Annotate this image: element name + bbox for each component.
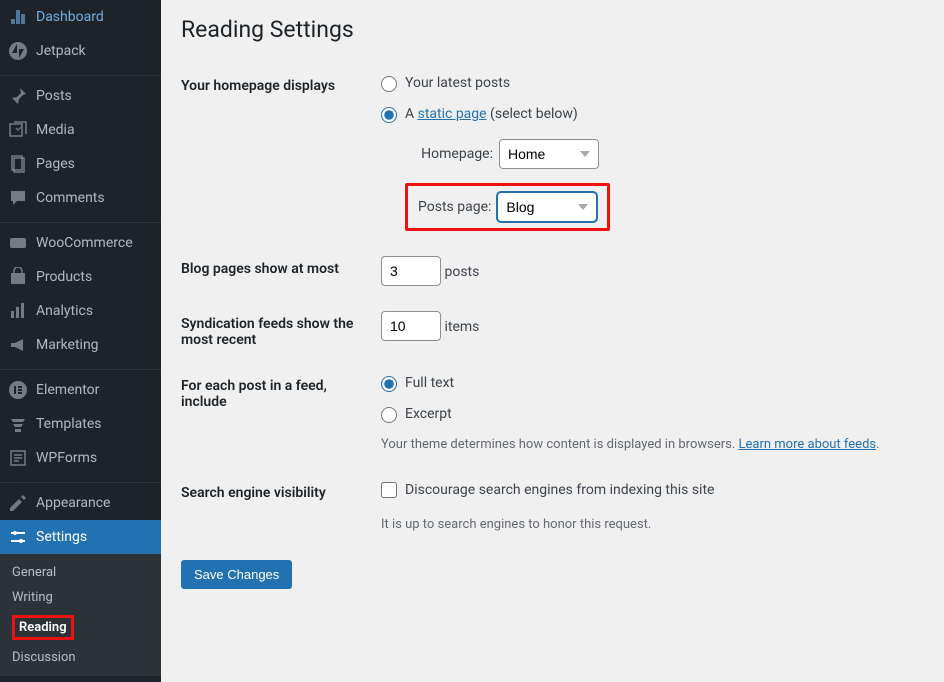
homepage-select-label: Homepage: — [405, 144, 493, 165]
submenu-general[interactable]: General — [0, 560, 161, 585]
elementor-icon — [8, 380, 28, 400]
radio-excerpt[interactable]: Excerpt — [381, 404, 452, 425]
submenu-reading[interactable]: Reading — [0, 610, 161, 645]
settings-icon — [8, 527, 28, 547]
menu-products[interactable]: Products — [0, 260, 161, 294]
menu-media[interactable]: Media — [0, 113, 161, 147]
blog-pages-label: Blog pages show at most — [181, 246, 381, 301]
analytics-icon — [8, 301, 28, 321]
menu-separator — [0, 478, 161, 483]
menu-label: Marketing — [36, 337, 99, 353]
visibility-checkbox-label[interactable]: Discourage search engines from indexing … — [381, 480, 714, 501]
syndication-input[interactable] — [381, 311, 441, 341]
highlight-box: Reading — [12, 615, 74, 640]
menu-label: WPForms — [36, 450, 97, 466]
submenu-discussion[interactable]: Discussion — [0, 645, 161, 670]
menu-label: Elementor — [36, 382, 99, 398]
menu-wpforms[interactable]: WPForms — [0, 441, 161, 475]
radio-full-input[interactable] — [381, 376, 397, 392]
menu-pages[interactable]: Pages — [0, 147, 161, 181]
radio-full-text[interactable]: Full text — [381, 373, 454, 394]
menu-posts[interactable]: Posts — [0, 79, 161, 113]
menu-label: Analytics — [36, 303, 93, 319]
menu-dashboard[interactable]: Dashboard — [0, 0, 161, 34]
menu-settings[interactable]: Settings — [0, 520, 161, 554]
radio-static-page[interactable]: A static page (select below) — [381, 104, 578, 125]
menu-label: WooCommerce — [36, 235, 133, 251]
menu-appearance[interactable]: Appearance — [0, 486, 161, 520]
menu-separator — [0, 365, 161, 370]
menu-label: Posts — [36, 88, 72, 104]
menu-label: Products — [36, 269, 92, 285]
homepage-displays-label: Your homepage displays — [181, 63, 381, 246]
products-icon — [8, 267, 28, 287]
pin-icon — [8, 86, 28, 106]
blog-pages-unit: posts — [444, 264, 479, 280]
marketing-icon — [8, 335, 28, 355]
menu-label: Comments — [36, 190, 105, 206]
templates-icon — [8, 414, 28, 434]
menu-label: Templates — [36, 416, 102, 432]
menu-templates[interactable]: Templates — [0, 407, 161, 441]
menu-label: Jetpack — [36, 43, 86, 59]
menu-analytics[interactable]: Analytics — [0, 294, 161, 328]
settings-form: Your homepage displays Your latest posts… — [181, 63, 924, 550]
menu-separator — [0, 218, 161, 223]
pages-icon — [8, 154, 28, 174]
content-area: Reading Settings Your homepage displays … — [161, 0, 944, 682]
comments-icon — [8, 188, 28, 208]
media-icon — [8, 120, 28, 140]
highlight-box: Posts page: Blog — [405, 183, 610, 231]
woo-icon — [8, 233, 28, 253]
menu-elementor[interactable]: Elementor — [0, 373, 161, 407]
blog-pages-input[interactable] — [381, 256, 441, 286]
page-title: Reading Settings — [181, 16, 924, 43]
menu-arrow-icon — [161, 529, 169, 545]
menu-marketing[interactable]: Marketing — [0, 328, 161, 362]
radio-excerpt-input[interactable] — [381, 407, 397, 423]
learn-more-feeds-link[interactable]: Learn more about feeds — [739, 437, 877, 452]
menu-label: Settings — [36, 529, 87, 545]
jetpack-icon — [8, 41, 28, 61]
menu-label: Dashboard — [36, 9, 104, 25]
menu-comments[interactable]: Comments — [0, 181, 161, 215]
submenu-writing[interactable]: Writing — [0, 585, 161, 610]
radio-static-input[interactable] — [381, 107, 397, 123]
posts-page-select[interactable]: Blog — [497, 192, 597, 222]
save-button[interactable]: Save Changes — [181, 560, 292, 589]
admin-sidebar: Dashboard Jetpack Posts Media Pages Comm… — [0, 0, 161, 682]
visibility-description: It is up to search engines to honor this… — [381, 515, 914, 535]
visibility-label: Search engine visibility — [181, 470, 381, 550]
menu-label: Media — [36, 122, 75, 138]
feed-description: Your theme determines how content is dis… — [381, 435, 914, 455]
menu-label: Pages — [36, 156, 75, 172]
radio-latest-posts[interactable]: Your latest posts — [381, 73, 510, 94]
settings-submenu: General Writing Reading Discussion — [0, 554, 161, 676]
syndication-label: Syndication feeds show the most recent — [181, 301, 381, 363]
dashboard-icon — [8, 7, 28, 27]
wpforms-icon — [8, 448, 28, 468]
feed-include-label: For each post in a feed, include — [181, 363, 381, 470]
syndication-unit: items — [444, 319, 479, 335]
homepage-select[interactable]: Home — [499, 139, 599, 169]
static-page-link[interactable]: static page — [418, 106, 487, 122]
radio-latest-input[interactable] — [381, 76, 397, 92]
posts-page-select-label: Posts page: — [418, 197, 491, 218]
visibility-checkbox[interactable] — [381, 482, 397, 498]
menu-label: Appearance — [36, 495, 110, 511]
menu-woocommerce[interactable]: WooCommerce — [0, 226, 161, 260]
menu-separator — [0, 71, 161, 76]
appearance-icon — [8, 493, 28, 513]
menu-jetpack[interactable]: Jetpack — [0, 34, 161, 68]
